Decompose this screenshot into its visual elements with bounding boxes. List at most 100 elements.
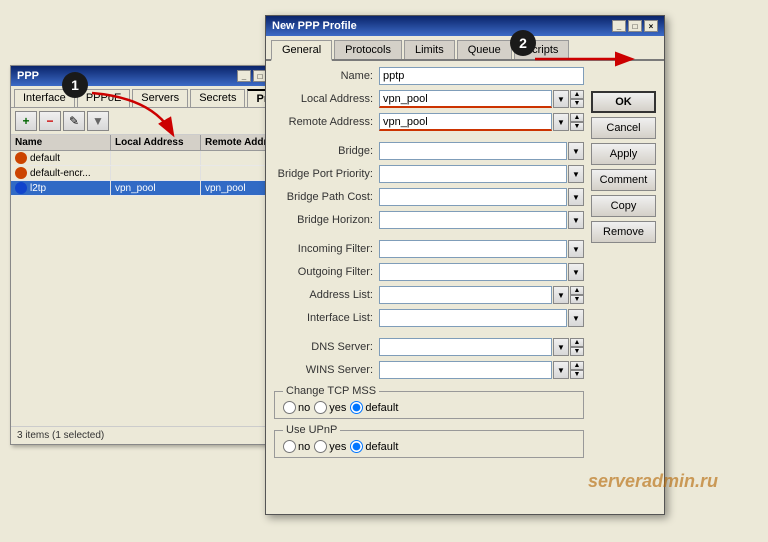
copy-button[interactable]: Copy xyxy=(591,195,656,217)
tcp-mss-no-text: no xyxy=(298,402,310,414)
tcp-mss-yes-text: yes xyxy=(329,402,346,414)
add-btn[interactable]: + xyxy=(15,111,37,131)
bridge-label: Bridge: xyxy=(274,145,379,157)
remote-address-dropdown-btn[interactable]: ▼ xyxy=(553,113,569,131)
ppp-titlebar: PPP _ □ × xyxy=(11,66,289,86)
interface-list-input[interactable] xyxy=(379,309,567,327)
upnp-no-radio[interactable] xyxy=(283,440,296,453)
remote-address-spinners: ▲ ▼ xyxy=(570,113,584,131)
dns-server-up-btn[interactable]: ▲ xyxy=(570,338,584,347)
apply-button[interactable]: Apply xyxy=(591,143,656,165)
wins-server-dropdown-btn[interactable]: ▼ xyxy=(553,361,569,379)
bridge-port-priority-input[interactable] xyxy=(379,165,567,183)
address-list-spinners: ▲ ▼ xyxy=(570,286,584,304)
outgoing-filter-input[interactable] xyxy=(379,263,567,281)
ppp-title: PPP xyxy=(17,70,39,82)
incoming-filter-input[interactable] xyxy=(379,240,567,258)
remote-address-up-btn[interactable]: ▲ xyxy=(570,113,584,122)
local-address-row: Local Address: ▼ ▲ ▼ xyxy=(274,90,584,108)
bridge-path-cost-container: ▼ xyxy=(379,188,584,206)
local-address-input[interactable] xyxy=(379,90,552,108)
upnp-yes-label: yes xyxy=(314,440,346,453)
address-list-container: ▼ ▲ ▼ xyxy=(379,286,584,304)
tcp-mss-default-radio[interactable] xyxy=(350,401,363,414)
incoming-filter-dropdown-btn[interactable]: ▼ xyxy=(568,240,584,258)
interface-list-label: Interface List: xyxy=(274,312,379,324)
name-label: Name: xyxy=(274,70,379,82)
bridge-path-cost-dropdown-btn[interactable]: ▼ xyxy=(568,188,584,206)
local-address-dropdown-btn[interactable]: ▼ xyxy=(553,90,569,108)
tab-limits[interactable]: Limits xyxy=(404,40,455,59)
cancel-button[interactable]: Cancel xyxy=(591,117,656,139)
row-local-l2tp: vpn_pool xyxy=(111,181,201,195)
upnp-default-label: default xyxy=(350,440,398,453)
bridge-field-container: ▼ xyxy=(379,142,584,160)
address-list-row: Address List: ▼ ▲ ▼ xyxy=(274,286,584,304)
wins-server-row: WINS Server: ▼ ▲ ▼ xyxy=(274,361,584,379)
upnp-default-radio[interactable] xyxy=(350,440,363,453)
wins-server-up-btn[interactable]: ▲ xyxy=(570,361,584,370)
dns-server-down-btn[interactable]: ▼ xyxy=(570,347,584,356)
address-list-down-btn[interactable]: ▼ xyxy=(570,295,584,304)
bridge-port-priority-label: Bridge Port Priority: xyxy=(274,168,379,180)
table-row[interactable]: default-encr... xyxy=(11,166,289,181)
table-row-selected[interactable]: l2tp vpn_pool vpn_pool xyxy=(11,181,289,196)
annotation-2: 2 xyxy=(510,30,536,56)
address-list-dropdown-btn[interactable]: ▼ xyxy=(553,286,569,304)
table-row[interactable]: default xyxy=(11,151,289,166)
remote-address-input[interactable] xyxy=(379,113,552,131)
remote-address-down-btn[interactable]: ▼ xyxy=(570,122,584,131)
dialog-close-btn[interactable]: × xyxy=(644,20,658,32)
interface-list-row: Interface List: ▼ xyxy=(274,309,584,327)
outgoing-filter-dropdown-btn[interactable]: ▼ xyxy=(568,263,584,281)
bridge-horizon-input[interactable] xyxy=(379,211,567,229)
row-icon-l2tp xyxy=(15,182,27,194)
interface-list-dropdown-btn[interactable]: ▼ xyxy=(568,309,584,327)
bridge-port-priority-container: ▼ xyxy=(379,165,584,183)
dialog-minimize-btn[interactable]: _ xyxy=(612,20,626,32)
bridge-horizon-dropdown-btn[interactable]: ▼ xyxy=(568,211,584,229)
row-icon-default xyxy=(15,152,27,164)
local-address-down-btn[interactable]: ▼ xyxy=(570,99,584,108)
remote-address-field-container: ▼ ▲ ▼ xyxy=(379,113,584,131)
bridge-horizon-label: Bridge Horizon: xyxy=(274,214,379,226)
tab-protocols[interactable]: Protocols xyxy=(334,40,402,59)
dialog-body: Name: Local Address: ▼ ▲ ▼ Remote Addres… xyxy=(266,61,664,469)
bridge-input[interactable] xyxy=(379,142,567,160)
arrow-1-svg xyxy=(72,88,192,148)
upnp-yes-radio[interactable] xyxy=(314,440,327,453)
address-list-input[interactable] xyxy=(379,286,552,304)
minimize-btn[interactable]: _ xyxy=(237,70,251,82)
tab-general[interactable]: General xyxy=(271,40,332,61)
dns-server-label: DNS Server: xyxy=(274,341,379,353)
tab-secrets[interactable]: Secrets xyxy=(190,89,245,107)
tcp-mss-no-radio[interactable] xyxy=(283,401,296,414)
tab-queue[interactable]: Queue xyxy=(457,40,512,59)
bridge-dropdown-btn[interactable]: ▼ xyxy=(568,142,584,160)
incoming-filter-container: ▼ xyxy=(379,240,584,258)
row-name-default: default xyxy=(30,153,60,164)
dialog-maximize-btn[interactable]: □ xyxy=(628,20,642,32)
bridge-port-priority-dropdown-btn[interactable]: ▼ xyxy=(568,165,584,183)
wins-server-down-btn[interactable]: ▼ xyxy=(570,370,584,379)
wins-server-label: WINS Server: xyxy=(274,364,379,376)
dns-server-dropdown-btn[interactable]: ▼ xyxy=(553,338,569,356)
remote-address-row: Remote Address: ▼ ▲ ▼ xyxy=(274,113,584,131)
address-list-up-btn[interactable]: ▲ xyxy=(570,286,584,295)
dialog-titlebar: New PPP Profile _ □ × xyxy=(266,16,664,36)
wins-server-spinners: ▲ ▼ xyxy=(570,361,584,379)
ok-button[interactable]: OK xyxy=(591,91,656,113)
local-address-up-btn[interactable]: ▲ xyxy=(570,90,584,99)
local-address-spinners: ▲ ▼ xyxy=(570,90,584,108)
tcp-mss-yes-radio[interactable] xyxy=(314,401,327,414)
upnp-default-text: default xyxy=(365,441,398,453)
bridge-path-cost-input[interactable] xyxy=(379,188,567,206)
dns-server-input[interactable] xyxy=(379,338,552,356)
comment-button[interactable]: Comment xyxy=(591,169,656,191)
remove-button[interactable]: Remove xyxy=(591,221,656,243)
wins-server-input[interactable] xyxy=(379,361,552,379)
bridge-row: Bridge: ▼ xyxy=(274,142,584,160)
tcp-mss-no-label: no xyxy=(283,401,310,414)
remove-btn[interactable]: − xyxy=(39,111,61,131)
ppp-status: 3 items (1 selected) xyxy=(11,426,289,444)
